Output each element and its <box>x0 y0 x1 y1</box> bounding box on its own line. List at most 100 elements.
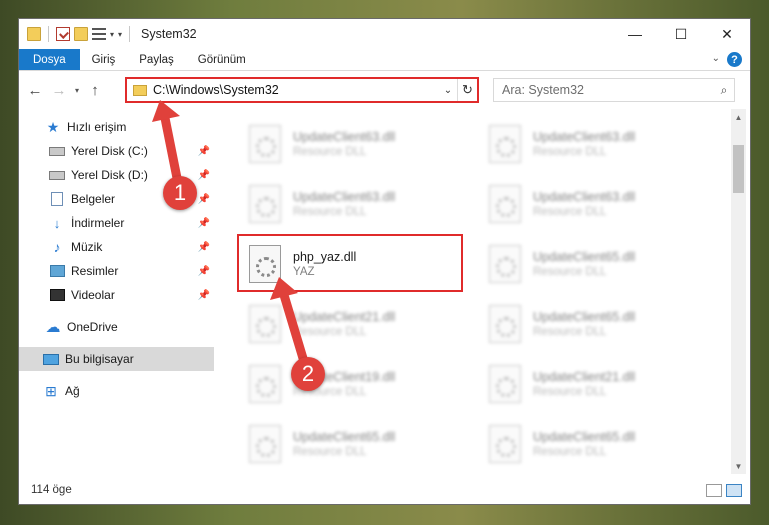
dll-file-icon <box>489 125 521 163</box>
scroll-up-icon[interactable]: ▲ <box>731 109 746 125</box>
sidebar-item-music[interactable]: ♪ Müzik 📌 <box>19 235 214 259</box>
file-name: UpdateClient21.dll <box>533 370 636 384</box>
sidebar-item-local-disk-c[interactable]: Yerel Disk (C:) 📌 <box>19 139 214 163</box>
file-tile[interactable]: UpdateClient63.dll Resource DLL <box>237 177 457 231</box>
dll-file-icon <box>249 425 281 463</box>
step-two-badge: 2 <box>291 357 325 391</box>
close-button[interactable]: ✕ <box>704 19 750 49</box>
expand-ribbon-icon[interactable]: ⌄ <box>712 53 720 64</box>
step-one-badge: 1 <box>163 176 197 210</box>
scroll-down-icon[interactable]: ▼ <box>731 458 746 474</box>
dll-file-icon <box>489 425 521 463</box>
file-type: Resource DLL <box>533 326 607 338</box>
file-tile[interactable]: UpdateClient19.dll Resource DLL <box>237 357 457 411</box>
file-type: Resource DLL <box>533 146 607 158</box>
file-tile[interactable]: UpdateClient21.dll Resource DLL <box>477 357 697 411</box>
file-type: Resource DLL <box>533 386 607 398</box>
sidebar-item-label: Yerel Disk (D:) <box>71 168 148 182</box>
file-name: UpdateClient63.dll <box>533 130 636 144</box>
tab-giris[interactable]: Giriş <box>80 49 128 70</box>
sidebar-item-label: Yerel Disk (C:) <box>71 144 148 158</box>
tab-gorunum[interactable]: Görünüm <box>186 49 258 70</box>
view-options-icon[interactable] <box>92 28 106 40</box>
file-name: UpdateClient21.dll <box>293 310 396 324</box>
file-type: Resource DLL <box>533 446 607 458</box>
window-controls: — ☐ ✕ <box>612 19 750 49</box>
window-title: System32 <box>141 27 197 41</box>
search-input[interactable]: Ara: System32 ⌕ <box>493 78 735 102</box>
pin-icon[interactable]: 📌 <box>198 170 210 181</box>
sidebar-item-onedrive[interactable]: ☁ OneDrive <box>19 315 214 339</box>
vertical-scrollbar[interactable]: ▲ ▼ <box>731 109 746 474</box>
search-icon[interactable]: ⌕ <box>714 83 734 98</box>
file-name: UpdateClient65.dll <box>533 430 636 444</box>
file-tile[interactable]: UpdateClient63.dll Resource DLL <box>237 117 457 171</box>
drive-icon <box>49 146 65 156</box>
new-folder-icon[interactable] <box>74 27 88 41</box>
chevron-down-icon[interactable]: ⌄ <box>439 85 457 96</box>
tab-dosya[interactable]: Dosya <box>19 49 80 70</box>
dll-file-icon <box>249 185 281 223</box>
pictures-icon <box>49 265 65 277</box>
scrollbar-thumb[interactable] <box>733 145 744 193</box>
dll-file-icon <box>489 245 521 283</box>
up-arrow-icon[interactable]: ↑ <box>83 82 107 99</box>
address-bar[interactable]: C:\Windows\System32 ⌄ ↻ <box>125 77 479 103</box>
large-icons-view-icon[interactable] <box>726 484 742 497</box>
maximize-button[interactable]: ☐ <box>658 19 704 49</box>
file-highlight-box <box>237 234 463 292</box>
sidebar-item-downloads[interactable]: ↓ İndirmeler 📌 <box>19 211 214 235</box>
file-tile[interactable]: UpdateClient65.dll Resource DLL <box>237 417 457 469</box>
file-tile[interactable]: UpdateClient63.dll Resource DLL <box>477 177 697 231</box>
file-type: Resource DLL <box>293 206 367 218</box>
file-type: Resource DLL <box>293 446 367 458</box>
file-tile[interactable]: UpdateClient63.dll Resource DLL <box>477 117 697 171</box>
dll-file-icon <box>489 305 521 343</box>
file-name: UpdateClient63.dll <box>293 190 396 204</box>
help-icon[interactable]: ? <box>727 52 742 67</box>
file-name: UpdateClient65.dll <box>293 430 396 444</box>
details-view-icon[interactable] <box>706 484 722 497</box>
properties-icon[interactable] <box>56 27 70 41</box>
refresh-icon[interactable]: ↻ <box>457 79 477 101</box>
file-tile[interactable]: UpdateClient65.dll Resource DLL <box>477 417 697 469</box>
search-placeholder[interactable]: Ara: System32 <box>502 83 714 97</box>
forward-arrow-icon[interactable]: → <box>47 82 71 99</box>
pin-icon[interactable]: 📌 <box>198 218 210 229</box>
file-tile[interactable]: UpdateClient21.dll Resource DLL <box>237 297 457 351</box>
folder-icon <box>27 27 41 41</box>
tab-paylas[interactable]: Paylaş <box>127 49 186 70</box>
file-type: Resource DLL <box>293 326 367 338</box>
sidebar-item-label: Bu bilgisayar <box>65 352 134 366</box>
recent-locations-icon[interactable]: ▾ <box>71 86 83 95</box>
file-type: Resource DLL <box>533 266 607 278</box>
address-path[interactable]: C:\Windows\System32 <box>153 83 439 97</box>
folder-icon <box>133 84 147 96</box>
pin-icon[interactable]: 📌 <box>198 290 210 301</box>
minimize-button[interactable]: — <box>612 19 658 49</box>
item-count: 114 öge <box>31 484 72 496</box>
sidebar-item-quick-access[interactable]: ★ Hızlı erişim <box>19 115 214 139</box>
pin-icon[interactable]: 📌 <box>198 146 210 157</box>
navigation-pane: ★ Hızlı erişim Yerel Disk (C:) 📌 Yerel D… <box>19 109 214 469</box>
pin-icon[interactable]: 📌 <box>198 194 210 205</box>
sidebar-item-label: Ağ <box>65 384 80 398</box>
sidebar-item-label: Hızlı erişim <box>67 120 127 134</box>
customize-toolbar-icon[interactable]: ▾ <box>118 30 122 39</box>
sidebar-item-label: Videolar <box>71 288 115 302</box>
view-toggle <box>706 484 742 497</box>
file-tile[interactable]: UpdateClient65.dll Resource DLL <box>477 297 697 351</box>
ribbon-tabs: Dosya Giriş Paylaş Görünüm ⌄ ? <box>19 49 750 71</box>
pin-icon[interactable]: 📌 <box>198 266 210 277</box>
pin-icon[interactable]: 📌 <box>198 242 210 253</box>
back-arrow-icon[interactable]: ← <box>23 82 47 99</box>
sidebar-item-pictures[interactable]: Resimler 📌 <box>19 259 214 283</box>
chevron-down-icon[interactable]: ▾ <box>110 30 114 39</box>
status-bar: 114 öge <box>19 476 750 504</box>
sidebar-item-this-pc[interactable]: Bu bilgisayar <box>19 347 214 371</box>
sidebar-item-videos[interactable]: Videolar 📌 <box>19 283 214 307</box>
network-icon: ⊞ <box>45 382 57 399</box>
sidebar-item-label: İndirmeler <box>71 216 125 230</box>
sidebar-item-network[interactable]: ⊞ Ağ <box>19 379 214 403</box>
file-tile[interactable]: UpdateClient65.dll Resource DLL <box>477 237 697 291</box>
